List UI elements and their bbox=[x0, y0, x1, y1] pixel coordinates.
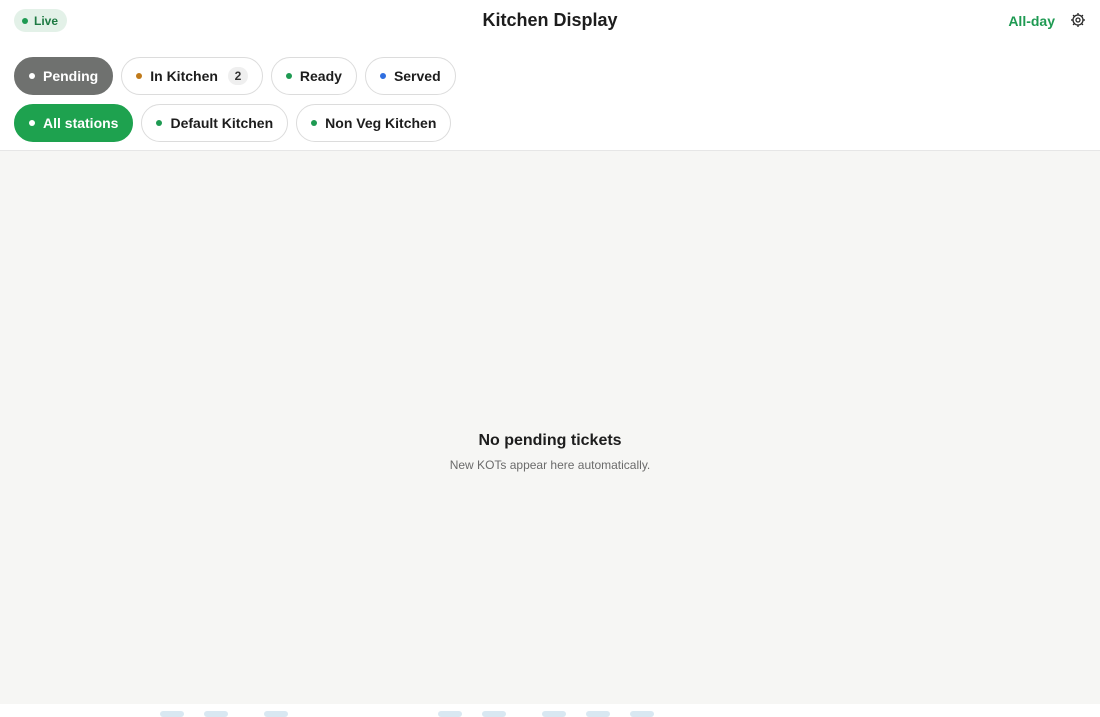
dock-item bbox=[630, 711, 654, 717]
non-veg-kitchen-dot-icon bbox=[311, 120, 318, 126]
tickets-area: No pending tickets New KOTs appear here … bbox=[0, 150, 1100, 704]
dock-item bbox=[204, 711, 228, 717]
tab-label: Pending bbox=[43, 68, 99, 84]
ready-dot-icon bbox=[285, 73, 292, 79]
tab-label: Served bbox=[393, 68, 441, 84]
empty-state-subtitle: New KOTs appear here automatically. bbox=[449, 458, 651, 472]
status-tabs: Pending In Kitchen 2 Ready Served bbox=[14, 57, 456, 95]
tab-all-stations[interactable]: All stations bbox=[14, 104, 134, 142]
tab-label: In Kitchen bbox=[150, 68, 218, 84]
dock-item bbox=[482, 711, 506, 717]
tab-pending[interactable]: Pending bbox=[14, 57, 114, 95]
top-bar: Live Kitchen Display All-day bbox=[0, 0, 1100, 44]
dock-item bbox=[542, 711, 566, 717]
dock-item bbox=[438, 711, 462, 717]
page-title: Kitchen Display bbox=[482, 10, 618, 30]
tab-label: Non Veg Kitchen bbox=[325, 115, 437, 131]
dock-item bbox=[586, 711, 610, 717]
tab-default-kitchen[interactable]: Default Kitchen bbox=[141, 104, 289, 142]
dock-item bbox=[264, 711, 288, 717]
tab-label: Ready bbox=[299, 68, 342, 84]
dock-item bbox=[160, 711, 184, 717]
pending-dot-icon bbox=[29, 73, 35, 79]
bottom-dock bbox=[0, 704, 1100, 717]
tab-label: All stations bbox=[43, 115, 119, 131]
tab-label: Default Kitchen bbox=[170, 115, 274, 131]
station-tabs: All stations Default Kitchen Non Veg Kit… bbox=[14, 104, 452, 142]
all-day-button[interactable]: All-day bbox=[1008, 13, 1055, 29]
tab-ready[interactable]: Ready bbox=[270, 57, 357, 95]
default-kitchen-dot-icon bbox=[156, 120, 163, 126]
empty-state-title: No pending tickets bbox=[478, 432, 622, 449]
count-badge: 2 bbox=[227, 67, 248, 85]
tab-non-veg-kitchen[interactable]: Non Veg Kitchen bbox=[296, 104, 452, 142]
gear-icon[interactable] bbox=[1070, 12, 1086, 28]
tab-served[interactable]: Served bbox=[364, 57, 456, 95]
tab-in-kitchen[interactable]: In Kitchen 2 bbox=[121, 57, 263, 95]
in-kitchen-dot-icon bbox=[136, 73, 143, 79]
served-dot-icon bbox=[379, 73, 386, 79]
all-stations-dot-icon bbox=[29, 120, 35, 126]
